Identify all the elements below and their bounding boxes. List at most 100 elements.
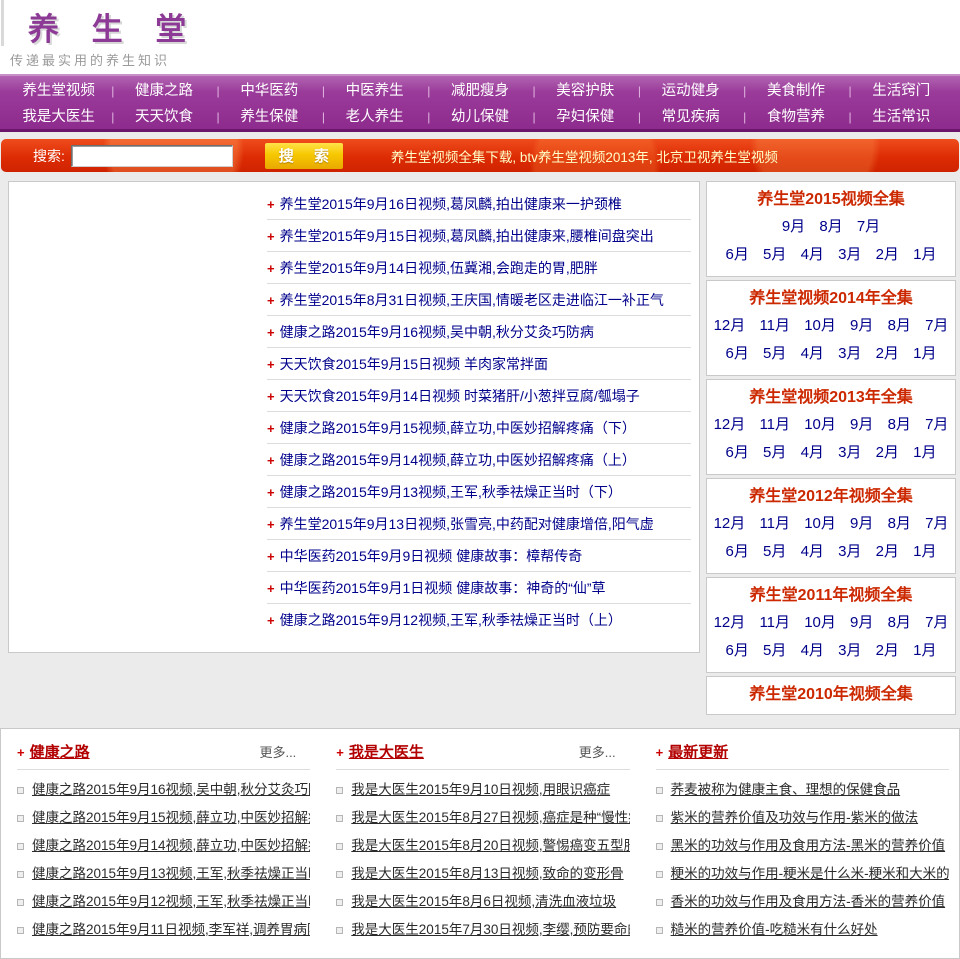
month-link[interactable]: 3月 xyxy=(838,345,861,362)
month-link[interactable]: 3月 xyxy=(838,246,861,263)
list-item[interactable]: 我是大医生2015年8月13日视频,致命的变形骨 xyxy=(336,860,629,888)
video-list-item[interactable]: + 健康之路2015年9月14视频,薛立功,中医妙招解疼痛（上） xyxy=(267,444,691,476)
month-link[interactable]: 3月 xyxy=(838,642,861,659)
month-link[interactable]: 1月 xyxy=(913,444,936,461)
list-item[interactable]: 紫米的营养价值及功效与作用-紫米的做法 xyxy=(655,804,949,832)
item-link[interactable]: 健康之路2015年9月11日视频,李军祥,调养胃病防 xyxy=(32,922,310,937)
video-link[interactable]: 健康之路2015年9月15视频,薛立功,中医妙招解疼痛（下） xyxy=(280,420,636,436)
nav-link[interactable]: 幼儿保健 xyxy=(427,104,536,130)
item-link[interactable]: 糙米的营养价值-吃糙米有什么好处 xyxy=(671,922,878,937)
month-link[interactable]: 2月 xyxy=(876,543,899,560)
month-link[interactable]: 5月 xyxy=(763,444,786,461)
month-link[interactable]: 6月 xyxy=(726,543,749,560)
month-link[interactable]: 6月 xyxy=(726,444,749,461)
item-link[interactable]: 我是大医生2015年8月13日视频,致命的变形骨 xyxy=(351,866,623,881)
month-link[interactable]: 10月 xyxy=(804,416,836,433)
list-item[interactable]: 健康之路2015年9月13视频,王军,秋季祛燥正当时 xyxy=(17,860,310,888)
month-link[interactable]: 4月 xyxy=(801,444,824,461)
month-link[interactable]: 4月 xyxy=(801,543,824,560)
month-link[interactable]: 5月 xyxy=(763,246,786,263)
month-link[interactable]: 1月 xyxy=(913,543,936,560)
list-item[interactable]: 我是大医生2015年8月6日视频,清洗血液垃圾 xyxy=(336,888,629,916)
video-link[interactable]: 中华医药2015年9月1日视频 健康故事：神奇的“仙”草 xyxy=(280,580,606,596)
month-link[interactable]: 1月 xyxy=(913,246,936,263)
archive-title[interactable]: 养生堂2015视频全集 xyxy=(707,187,955,213)
nav-link[interactable]: 常见疾病 xyxy=(638,104,747,130)
month-link[interactable]: 5月 xyxy=(763,543,786,560)
month-link[interactable]: 8月 xyxy=(819,218,842,235)
nav-link[interactable]: 养生堂视频 xyxy=(6,78,114,104)
video-link[interactable]: 养生堂2015年9月15日视频,葛凤麟,拍出健康来,腰椎间盘突出 xyxy=(280,228,654,244)
item-link[interactable]: 健康之路2015年9月13视频,王军,秋季祛燥正当时 xyxy=(32,866,310,881)
list-item[interactable]: 健康之路2015年9月15视频,薛立功,中医妙招解疼 xyxy=(17,804,310,832)
search-button[interactable]: 搜 索 xyxy=(264,142,343,169)
video-list-item[interactable]: + 健康之路2015年9月13视频,王军,秋季祛燥正当时（下） xyxy=(267,476,691,508)
month-link[interactable]: 10月 xyxy=(804,515,836,532)
month-link[interactable]: 11月 xyxy=(759,614,790,631)
month-link[interactable]: 1月 xyxy=(913,642,936,659)
month-link[interactable]: 11月 xyxy=(759,317,790,334)
month-link[interactable]: 6月 xyxy=(726,345,749,362)
nav-link[interactable]: 运动健身 xyxy=(638,78,747,104)
video-list-item[interactable]: + 天天饮食2015年9月14日视频 时菜猪肝/小葱拌豆腐/瓠塌子 xyxy=(267,380,691,412)
month-link[interactable]: 8月 xyxy=(888,317,911,334)
video-link[interactable]: 养生堂2015年8月31日视频,王庆国,情暖老区走进临江一补正气 xyxy=(280,292,664,308)
month-link[interactable]: 6月 xyxy=(726,246,749,263)
month-link[interactable]: 10月 xyxy=(804,317,836,334)
video-link[interactable]: 养生堂2015年9月13日视频,张雪亮,中药配对健康增倍,阳气虚 xyxy=(280,516,654,532)
nav-link[interactable]: 中医养生 xyxy=(322,78,431,104)
month-link[interactable]: 1月 xyxy=(913,345,936,362)
item-link[interactable]: 健康之路2015年9月16视频,吴中朝,秋分艾灸巧防 xyxy=(32,782,310,797)
video-link[interactable]: 天天饮食2015年9月14日视频 时菜猪肝/小葱拌豆腐/瓠塌子 xyxy=(280,388,640,404)
month-link[interactable]: 2月 xyxy=(876,345,899,362)
video-link[interactable]: 健康之路2015年9月16视频,吴中朝,秋分艾灸巧防病 xyxy=(280,324,594,340)
video-list-item[interactable]: + 中华医药2015年9月1日视频 健康故事：神奇的“仙”草 xyxy=(267,572,691,604)
video-list-item[interactable]: + 健康之路2015年9月16视频,吴中朝,秋分艾灸巧防病 xyxy=(267,316,691,348)
month-link[interactable]: 2月 xyxy=(876,642,899,659)
month-link[interactable]: 2月 xyxy=(876,444,899,461)
column-title[interactable]: 健康之路 xyxy=(30,741,90,762)
video-link[interactable]: 健康之路2015年9月14视频,薛立功,中医妙招解疼痛（上） xyxy=(280,452,636,468)
month-link[interactable]: 4月 xyxy=(801,246,824,263)
site-logo[interactable]: 养 生 堂 xyxy=(28,4,198,49)
column-title[interactable]: 最新更新 xyxy=(668,741,728,762)
nav-link[interactable]: 老人养生 xyxy=(322,104,431,130)
nav-link[interactable]: 生活常识 xyxy=(849,104,954,130)
nav-link[interactable]: 减肥瘦身 xyxy=(427,78,536,104)
month-link[interactable]: 11月 xyxy=(759,515,790,532)
month-link[interactable]: 10月 xyxy=(804,614,836,631)
archive-title[interactable]: 养生堂视频2013年全集 xyxy=(707,385,955,411)
month-link[interactable]: 12月 xyxy=(714,416,746,433)
nav-link[interactable]: 养生保健 xyxy=(217,104,325,130)
video-link[interactable]: 养生堂2015年9月14日视频,伍冀湘,会跑走的胃,肥胖 xyxy=(280,260,598,276)
nav-link[interactable]: 健康之路 xyxy=(111,78,220,104)
video-list-item[interactable]: + 中华医药2015年9月9日视频 健康故事：樟帮传奇 xyxy=(267,540,691,572)
item-link[interactable]: 健康之路2015年9月12视频,王军,秋季祛燥正当时 xyxy=(32,894,310,909)
list-item[interactable]: 我是大医生2015年7月30日视频,李缨,预防要命的 xyxy=(336,916,630,944)
list-item[interactable]: 我是大医生2015年8月27日视频,癌症是种“慢性病 xyxy=(336,804,630,832)
month-link[interactable]: 3月 xyxy=(838,444,861,461)
item-link[interactable]: 荞麦被称为健康主食、理想的保健食品 xyxy=(671,782,901,797)
month-link[interactable]: 4月 xyxy=(801,642,824,659)
video-link[interactable]: 天天饮食2015年9月15日视频 羊肉家常拌面 xyxy=(280,356,548,372)
item-link[interactable]: 我是大医生2015年8月6日视频,清洗血液垃圾 xyxy=(351,894,616,909)
month-link[interactable]: 2月 xyxy=(876,246,899,263)
list-item[interactable]: 荞麦被称为健康主食、理想的保健食品 xyxy=(655,776,949,804)
item-link[interactable]: 我是大医生2015年8月20日视频,警惕癌变五型肝 xyxy=(351,838,629,853)
search-input[interactable] xyxy=(70,144,233,167)
month-link[interactable]: 7月 xyxy=(925,515,948,532)
item-link[interactable]: 黑米的功效与作用及食用方法-黑米的营养价值 xyxy=(671,838,946,853)
month-link[interactable]: 7月 xyxy=(857,218,880,235)
month-link[interactable]: 7月 xyxy=(925,317,948,334)
list-item[interactable]: 我是大医生2015年9月10日视频,用眼识癌症 xyxy=(336,776,629,804)
column-title[interactable]: 我是大医生 xyxy=(349,741,424,762)
video-list-item[interactable]: + 养生堂2015年9月15日视频,葛凤麟,拍出健康来,腰椎间盘突出 xyxy=(267,220,691,252)
nav-link[interactable]: 食物营养 xyxy=(743,104,852,130)
nav-link[interactable]: 美食制作 xyxy=(743,78,852,104)
video-list-item[interactable]: + 养生堂2015年9月14日视频,伍冀湘,会跑走的胃,肥胖 xyxy=(267,252,691,284)
nav-link[interactable]: 天天饮食 xyxy=(111,104,220,130)
video-list-item[interactable]: + 健康之路2015年9月15视频,薛立功,中医妙招解疼痛（下） xyxy=(267,412,691,444)
list-item[interactable]: 健康之路2015年9月16视频,吴中朝,秋分艾灸巧防 xyxy=(17,776,310,804)
month-link[interactable]: 5月 xyxy=(763,642,786,659)
video-list-item[interactable]: + 健康之路2015年9月12视频,王军,秋季祛燥正当时（上） xyxy=(267,604,691,636)
